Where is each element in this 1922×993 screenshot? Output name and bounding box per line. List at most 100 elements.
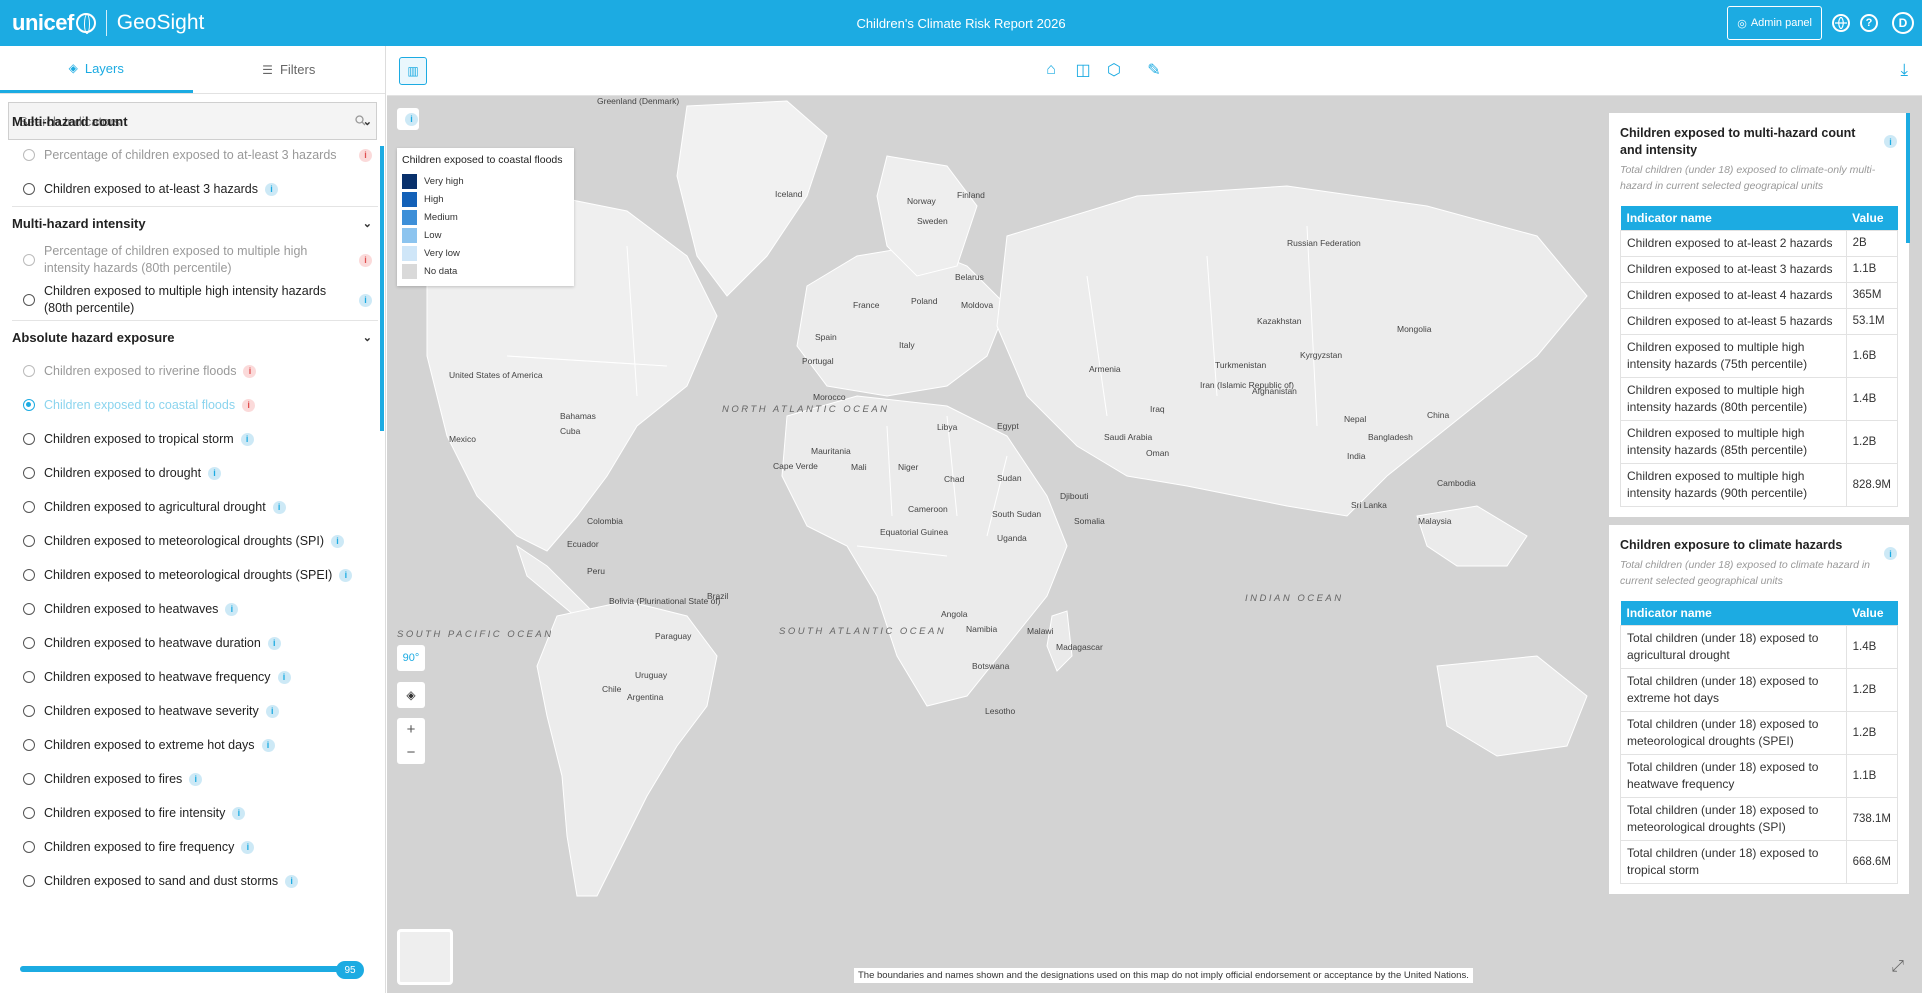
layer-item[interactable]: Children exposed to heatwave duration i	[12, 626, 378, 660]
zoom-out-button[interactable]: −	[407, 744, 416, 761]
help-icon[interactable]: ?	[1860, 14, 1878, 32]
layer-radio[interactable]	[23, 149, 35, 161]
compare-icon[interactable]: ◫	[1073, 60, 1093, 80]
language-globe-icon[interactable]	[1832, 14, 1850, 32]
layer-item[interactable]: Children exposed to fire frequency i	[12, 830, 378, 864]
layer-radio[interactable]	[23, 294, 35, 306]
map-info-icon[interactable]: i	[397, 108, 419, 130]
layer-item[interactable]: Children exposed to riverine floods i	[12, 354, 378, 388]
layer-group-header[interactable]: Absolute hazard exposure ⌄	[12, 320, 378, 354]
layer-item[interactable]: Children exposed to heatwaves i	[12, 592, 378, 626]
basemap-switcher[interactable]	[397, 929, 453, 985]
fullscreen-icon[interactable]: ⤢	[1891, 958, 1904, 976]
layer-radio[interactable]	[23, 773, 35, 785]
layer-radio[interactable]	[23, 501, 35, 513]
info-icon[interactable]: i	[208, 466, 222, 480]
layer-radio[interactable]	[23, 399, 35, 411]
info-icon[interactable]: i	[232, 806, 246, 820]
layer-item[interactable]: Children exposed to tropical storm i	[12, 422, 378, 456]
zoom-in-button[interactable]: +	[407, 721, 416, 738]
indicator-name-cell: Children exposed to multiple high intens…	[1620, 420, 1847, 464]
info-icon[interactable]: i	[189, 772, 203, 786]
map-disclaimer: The boundaries and names shown and the d…	[854, 968, 1473, 983]
tab-filters-label: Filters	[279, 62, 316, 77]
table-row: Children exposed to at-least 3 hazards 1.…	[1620, 256, 1899, 283]
layer-item[interactable]: Children exposed to sand and dust storms…	[12, 864, 378, 898]
info-icon[interactable]: i	[243, 364, 257, 378]
layer-label: Children exposed to fires	[44, 771, 183, 786]
info-icon[interactable]: i	[265, 182, 279, 196]
compass-icon[interactable]: ◈	[397, 682, 425, 708]
info-icon[interactable]: i	[265, 704, 279, 718]
layer-item[interactable]: Children exposed to heatwave frequency i	[12, 660, 378, 694]
layer-item[interactable]: Children exposed to at-least 3 hazards i	[12, 172, 378, 206]
layer-item[interactable]: Children exposed to multiple high intens…	[12, 280, 378, 320]
layer-item[interactable]: Children exposed to extreme hot days i	[12, 728, 378, 762]
ruler-icon[interactable]: ✎	[1144, 60, 1164, 80]
layer-item[interactable]: Children exposed to heatwave severity i	[12, 694, 378, 728]
3d-cube-icon[interactable]: ⬡	[1104, 60, 1124, 80]
slider-handle[interactable]: 95	[336, 961, 364, 979]
info-icon[interactable]: i	[267, 636, 281, 650]
layer-item[interactable]: Children exposed to fire intensity i	[12, 796, 378, 830]
layer-item[interactable]: Children exposed to fires i	[12, 762, 378, 796]
info-icon[interactable]: i	[272, 500, 286, 514]
download-icon[interactable]: ⤓	[1900, 60, 1908, 80]
layer-group-header[interactable]: Multi-hazard intensity ⌄	[12, 206, 378, 240]
info-icon[interactable]: i	[1884, 547, 1897, 560]
tab-layers[interactable]: ◈ Layers	[0, 46, 193, 93]
info-icon[interactable]: i	[261, 738, 275, 752]
layer-radio[interactable]	[23, 433, 35, 445]
unicef-globe-icon	[75, 13, 96, 34]
table-row: Children exposed to at-least 5 hazards 53…	[1620, 308, 1899, 335]
layer-item[interactable]: Percentage of children exposed to at-lea…	[12, 138, 378, 172]
layer-radio[interactable]	[23, 705, 35, 717]
info-icon[interactable]: i	[359, 148, 372, 162]
layer-radio[interactable]	[23, 254, 35, 266]
info-icon[interactable]: i	[359, 293, 372, 307]
layer-item[interactable]: Percentage of children exposed to multip…	[12, 240, 378, 280]
info-icon[interactable]: i	[331, 534, 345, 548]
layer-radio[interactable]	[23, 467, 35, 479]
info-icon[interactable]: i	[242, 398, 256, 412]
layer-radio[interactable]	[23, 739, 35, 751]
pitch-button[interactable]: 90°	[397, 645, 425, 671]
layer-radio[interactable]	[23, 535, 35, 547]
layer-radio[interactable]	[23, 637, 35, 649]
column-header: Indicator name	[1620, 601, 1847, 626]
info-icon[interactable]: i	[277, 670, 291, 684]
info-icon[interactable]: i	[241, 840, 255, 854]
layer-item[interactable]: Children exposed to drought i	[12, 456, 378, 490]
layer-radio[interactable]	[23, 671, 35, 683]
right-panel-scrollbar[interactable]	[1906, 113, 1910, 243]
layer-item[interactable]: Children exposed to meteorological droug…	[12, 524, 378, 558]
admin-panel-button[interactable]: ◎ Admin panel	[1727, 6, 1822, 40]
map-label: Colombia	[587, 516, 623, 526]
transparency-slider[interactable]	[20, 966, 360, 972]
home-icon[interactable]: ⌂	[1041, 60, 1061, 80]
info-icon[interactable]: i	[339, 568, 353, 582]
layer-radio[interactable]	[23, 365, 35, 377]
tab-filters[interactable]: ☰ Filters	[193, 46, 386, 93]
layer-radio[interactable]	[23, 875, 35, 887]
info-icon[interactable]: i	[240, 432, 254, 446]
ocean-label: NORTH ATLANTIC OCEAN	[722, 404, 890, 415]
info-icon[interactable]: i	[1884, 135, 1897, 148]
layer-list-scrollbar[interactable]	[380, 146, 384, 431]
layer-group-header[interactable]: Multi-hazard count ⌄	[12, 104, 378, 138]
layer-item[interactable]: Children exposed to coastal floods i	[12, 388, 378, 422]
info-icon[interactable]: i	[359, 253, 372, 267]
zoom-control: + −	[397, 718, 425, 764]
layer-item[interactable]: Children exposed to meteorological droug…	[12, 558, 378, 592]
logo[interactable]: unicef GeoSight	[0, 0, 204, 46]
layer-radio[interactable]	[23, 569, 35, 581]
layer-radio[interactable]	[23, 841, 35, 853]
layer-radio[interactable]	[23, 603, 35, 615]
info-icon[interactable]: i	[225, 602, 239, 616]
sidebar-toggle-button[interactable]: ▥	[399, 57, 427, 85]
info-icon[interactable]: i	[285, 874, 299, 888]
layer-radio[interactable]	[23, 807, 35, 819]
layer-radio[interactable]	[23, 183, 35, 195]
layer-item[interactable]: Children exposed to agricultural drought…	[12, 490, 378, 524]
avatar[interactable]: D	[1892, 12, 1914, 34]
